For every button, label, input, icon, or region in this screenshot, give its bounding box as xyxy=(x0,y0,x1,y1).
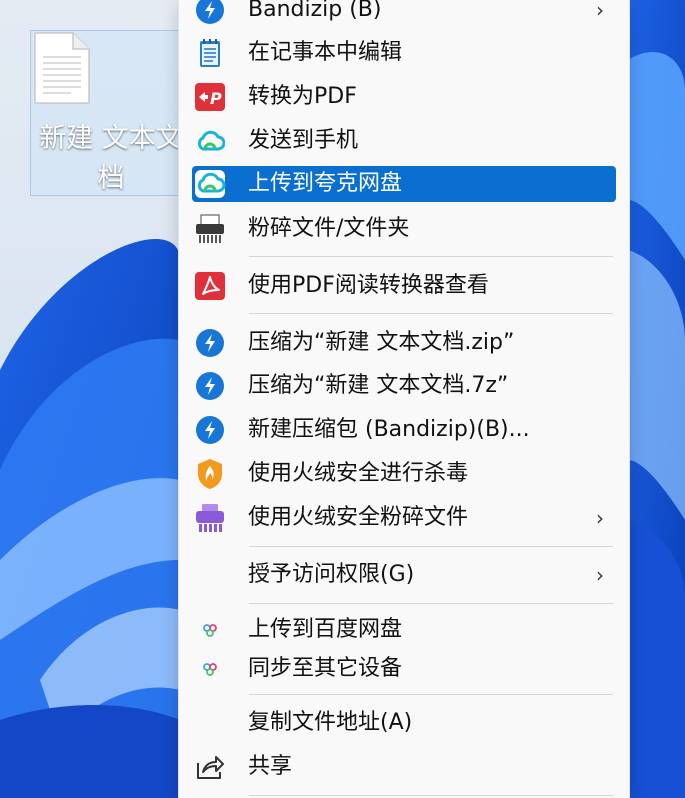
menu-separator xyxy=(249,313,613,314)
menu-item-grant-access[interactable]: 授予访问权限(G) › xyxy=(192,557,616,593)
menu-item-pdf-reader[interactable]: 使用PDF阅读转换器查看 xyxy=(192,268,616,304)
menu-item-label: 使用火绒安全进行杀毒 xyxy=(248,461,469,486)
menu-item-label: 使用火绒安全粉碎文件 xyxy=(248,505,469,530)
menu-item-label: 粉碎文件/文件夹 xyxy=(248,216,410,241)
menu-item-label: 新建压缩包 (Bandizip)(B)... xyxy=(248,417,530,442)
menu-item-label: 转换为PDF xyxy=(248,84,357,109)
menu-separator xyxy=(249,546,613,547)
menu-item-label: 压缩为“新建 文本文档.7z” xyxy=(248,373,509,398)
share-icon xyxy=(192,750,228,784)
menu-item-label: 授予访问权限(G) xyxy=(248,562,415,587)
huorong-shield-icon xyxy=(192,457,228,491)
menu-item-label: 上传到百度网盘 xyxy=(248,617,403,642)
baidu-netdisk-icon xyxy=(192,652,228,686)
pdf-convert-icon: P xyxy=(192,80,228,114)
menu-item-label: 发送到手机 xyxy=(248,128,359,153)
menu-separator xyxy=(249,603,613,604)
menu-item-label: 使用PDF阅读转换器查看 xyxy=(248,273,489,298)
menu-item-label: 压缩为“新建 文本文档.zip” xyxy=(248,330,515,355)
shredder-icon xyxy=(192,212,228,246)
notepad-icon xyxy=(192,36,228,70)
menu-item-new-archive[interactable]: 新建压缩包 (Bandizip)(B)... xyxy=(192,412,616,448)
menu-item-huorong-scan[interactable]: 使用火绒安全进行杀毒 xyxy=(192,456,616,492)
menu-item-share[interactable]: 共享 xyxy=(192,749,616,785)
menu-item-edit-in-notepad[interactable]: 在记事本中编辑 xyxy=(192,35,616,71)
quark-cloud-icon xyxy=(192,167,228,201)
chevron-right-icon: › xyxy=(596,0,604,22)
menu-item-label: 共享 xyxy=(248,754,293,779)
menu-separator xyxy=(249,256,613,257)
chevron-right-icon: › xyxy=(596,563,604,587)
quark-cloud-icon xyxy=(192,124,228,158)
text-file-icon xyxy=(34,32,90,104)
bandizip-icon xyxy=(192,326,228,360)
menu-item-bandizip[interactable]: Bandizip (B) › xyxy=(192,0,616,28)
svg-text:P: P xyxy=(210,89,222,108)
menu-item-compress-zip[interactable]: 压缩为“新建 文本文档.zip” xyxy=(192,325,616,361)
menu-item-upload-quark[interactable]: 上传到夸克网盘 xyxy=(192,166,616,202)
menu-item-label: Bandizip (B) xyxy=(248,0,382,22)
menu-item-shred[interactable]: 粉碎文件/文件夹 xyxy=(192,211,616,247)
menu-item-huorong-shred[interactable]: 使用火绒安全粉碎文件 › xyxy=(192,500,616,536)
desktop-file-icon[interactable]: 新建 文本文档 xyxy=(30,30,183,196)
bandizip-icon xyxy=(192,413,228,447)
menu-item-label: 同步至其它设备 xyxy=(248,656,403,681)
desktop-file-label: 新建 文本文档 xyxy=(39,123,183,194)
baidu-netdisk-icon xyxy=(192,613,228,647)
bandizip-icon xyxy=(192,369,228,403)
menu-item-label: 复制文件地址(A) xyxy=(248,710,413,735)
chevron-right-icon: › xyxy=(596,506,604,530)
context-menu: Bandizip (B) › 在记事本中编辑 P 转换为PDF 发送到手机 上传… xyxy=(178,0,630,798)
menu-separator xyxy=(249,694,613,695)
bandizip-icon xyxy=(192,0,228,27)
menu-item-convert-to-pdf[interactable]: P 转换为PDF xyxy=(192,79,616,115)
menu-item-label: 上传到夸克网盘 xyxy=(248,171,403,196)
menu-item-upload-baidu[interactable]: 上传到百度网盘 xyxy=(192,612,616,648)
menu-item-send-to-phone[interactable]: 发送到手机 xyxy=(192,123,616,159)
pdf-reader-icon xyxy=(192,269,228,303)
menu-item-compress-7z[interactable]: 压缩为“新建 文本文档.7z” xyxy=(192,368,616,404)
menu-separator xyxy=(249,795,613,796)
menu-item-sync-devices[interactable]: 同步至其它设备 xyxy=(192,651,616,687)
menu-item-copy-path[interactable]: 复制文件地址(A) xyxy=(192,705,616,741)
huorong-shredder-icon xyxy=(192,501,228,535)
menu-item-label: 在记事本中编辑 xyxy=(248,40,403,65)
